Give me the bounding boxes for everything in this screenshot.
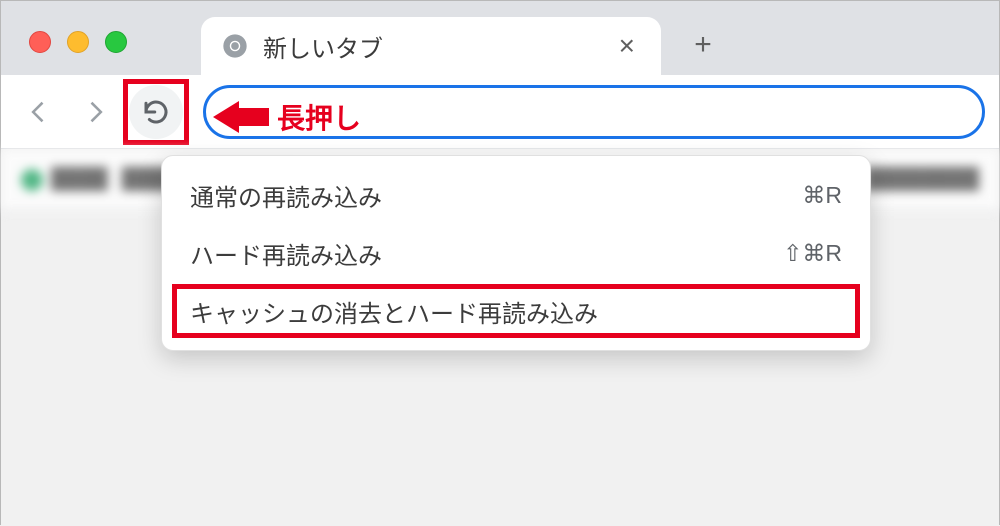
window-controls — [29, 31, 127, 53]
menu-item-hard-reload[interactable]: ハード再読み込み ⇧⌘R — [162, 224, 870, 282]
browser-tab[interactable]: 新しいタブ × — [201, 17, 661, 75]
tab-bar: 新しいタブ × + — [1, 1, 999, 75]
toolbar — [1, 75, 999, 149]
reload-context-menu: 通常の再読み込み ⌘R ハード再読み込み ⇧⌘R キャッシュの消去とハード再読み… — [161, 155, 871, 351]
new-tab-button[interactable]: + — [683, 25, 723, 65]
chrome-favicon-icon — [221, 32, 249, 60]
menu-item-normal-reload[interactable]: 通常の再読み込み ⌘R — [162, 166, 870, 224]
arrow-left-icon — [213, 101, 269, 133]
menu-item-label: 通常の再読み込み — [190, 178, 382, 213]
annotation-label: 長押し — [277, 97, 361, 137]
menu-item-shortcut: ⇧⌘R — [783, 240, 842, 267]
reload-button-highlight — [127, 83, 185, 141]
minimize-window-button[interactable] — [67, 31, 89, 53]
annotation-long-press: 長押し — [213, 97, 361, 137]
tab-title: 新しいタブ — [263, 29, 599, 64]
reload-button[interactable] — [129, 85, 183, 139]
back-button[interactable] — [15, 88, 63, 136]
close-window-button[interactable] — [29, 31, 51, 53]
menu-item-label: キャッシュの消去とハード再読み込み — [190, 294, 598, 329]
forward-button[interactable] — [71, 88, 119, 136]
menu-item-shortcut: ⌘R — [802, 182, 842, 209]
menu-item-label: ハード再読み込み — [190, 236, 382, 271]
menu-item-empty-cache-hard-reload[interactable]: キャッシュの消去とハード再読み込み — [162, 282, 870, 340]
tab-close-icon[interactable]: × — [613, 30, 641, 62]
maximize-window-button[interactable] — [105, 31, 127, 53]
